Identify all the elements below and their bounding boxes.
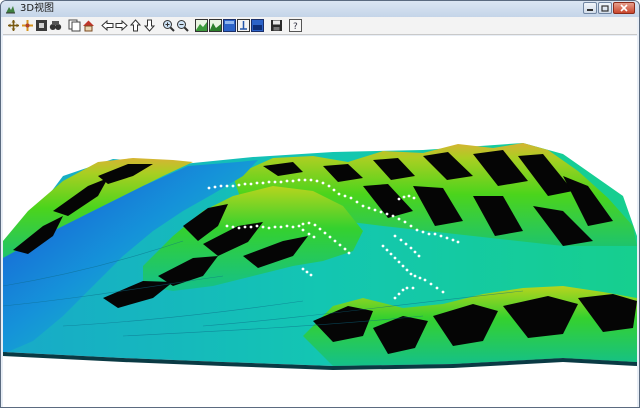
title-bar[interactable]: 3D视图: [1, 1, 639, 17]
arrow-down-icon[interactable]: [143, 19, 156, 32]
binoculars-icon[interactable]: [49, 19, 62, 32]
arrow-left-icon[interactable]: [101, 19, 114, 32]
terrain-view-1-icon[interactable]: [195, 19, 208, 32]
help-icon[interactable]: ?: [289, 19, 302, 32]
maximize-button[interactable]: [598, 2, 612, 14]
terrain-view-2-icon[interactable]: [209, 19, 222, 32]
zoom-in-icon[interactable]: [162, 19, 175, 32]
minimize-button[interactable]: [583, 2, 597, 14]
arrow-up-icon[interactable]: [129, 19, 142, 32]
close-button[interactable]: [613, 2, 635, 14]
arrow-right-icon[interactable]: [115, 19, 128, 32]
close-icon: [620, 4, 628, 12]
terrain-view-3-icon[interactable]: [223, 19, 236, 32]
window-title: 3D视图: [20, 3, 55, 14]
pan-icon[interactable]: [7, 19, 20, 32]
copy-icon[interactable]: [68, 19, 81, 32]
home-icon[interactable]: [82, 19, 95, 32]
3d-view-window: 3D视图 ?: [0, 0, 640, 408]
svg-text:?: ?: [293, 22, 298, 32]
3d-terrain-viewport[interactable]: [3, 36, 637, 407]
terrain-view-4-icon[interactable]: [237, 19, 250, 32]
maximize-icon: [601, 4, 609, 12]
select-icon[interactable]: [35, 19, 48, 32]
toolbar: ?: [3, 17, 637, 35]
terrain-view-5-icon[interactable]: [251, 19, 264, 32]
minimize-icon: [587, 9, 593, 11]
terrain-app-icon: [5, 4, 16, 15]
zoom-out-icon[interactable]: [176, 19, 189, 32]
move-icon[interactable]: [21, 19, 34, 32]
save-icon[interactable]: [270, 19, 283, 32]
terrain-render: [3, 143, 637, 370]
